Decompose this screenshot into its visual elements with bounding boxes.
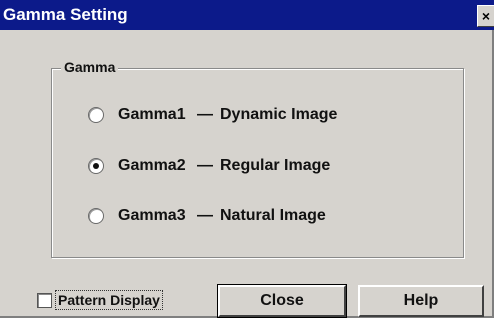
radio-option-gamma3[interactable]: Gamma3 — Natural Image	[88, 204, 326, 228]
gamma-setting-dialog: Gamma Setting × Gamma Gamma1 — Dynamic I…	[0, 0, 494, 318]
close-button[interactable]: Close	[217, 284, 347, 318]
gamma-group-label: Gamma	[61, 59, 119, 75]
title-bar: Gamma Setting ×	[0, 0, 494, 30]
option-description: Dynamic Image	[220, 106, 338, 123]
pattern-display-label[interactable]: Pattern Display	[55, 290, 163, 310]
option-separator: —	[197, 106, 213, 123]
option-separator: —	[197, 157, 213, 174]
radio-button-gamma1[interactable]	[88, 107, 104, 123]
radio-button-gamma2[interactable]	[88, 158, 104, 174]
help-button[interactable]: Help	[358, 285, 484, 317]
option-name: Gamma2	[118, 157, 186, 174]
pattern-display-checkbox[interactable]: Pattern Display	[37, 290, 163, 310]
option-separator: —	[197, 207, 213, 224]
radio-option-gamma2[interactable]: Gamma2 — Regular Image	[88, 154, 330, 178]
radio-button-gamma3[interactable]	[88, 208, 104, 224]
option-name: Gamma3	[118, 207, 186, 224]
option-name: Gamma1	[118, 106, 186, 123]
checkbox-box[interactable]	[37, 292, 52, 308]
window-title: Gamma Setting	[3, 5, 128, 24]
option-description: Natural Image	[220, 207, 326, 224]
option-description: Regular Image	[220, 157, 331, 174]
close-icon[interactable]: ×	[477, 5, 494, 27]
radio-option-gamma1[interactable]: Gamma1 — Dynamic Image	[88, 103, 337, 127]
